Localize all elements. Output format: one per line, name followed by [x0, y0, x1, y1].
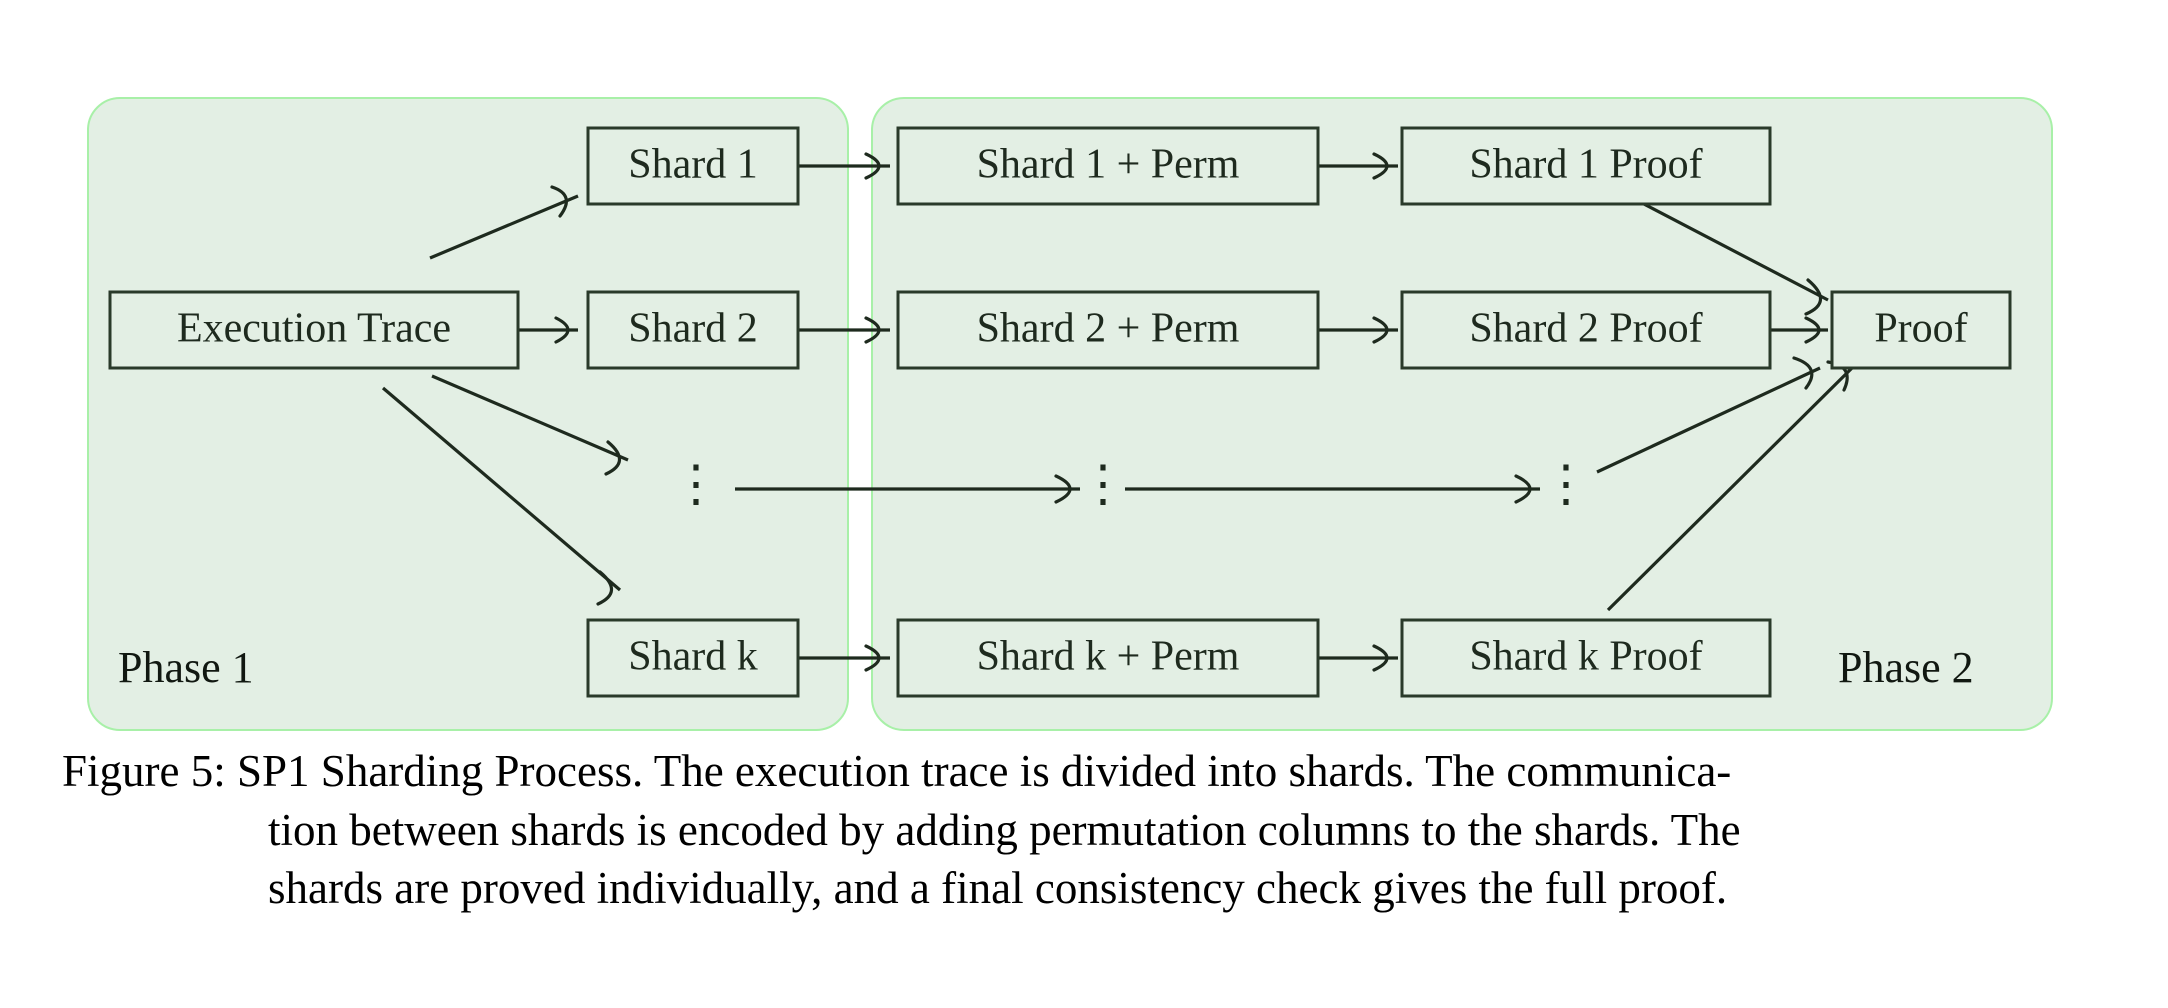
node-proof[interactable]: Proof — [1830, 290, 2012, 370]
node-shard-1[interactable]: Shard 1 — [586, 126, 800, 206]
caption-line-1: Figure 5: SP1 Sharding Process. The exec… — [62, 746, 1732, 796]
node-execution-trace-label: Execution Trace — [177, 306, 451, 352]
phase1-label: Phase 1 — [118, 643, 254, 692]
node-execution-trace[interactable]: Execution Trace — [108, 290, 520, 370]
phase2-label: Phase 2 — [1838, 643, 1974, 692]
node-shard-k-perm-label: Shard k + Perm — [977, 634, 1240, 680]
caption-line-2: tion between shards is encoded by adding… — [268, 804, 1741, 855]
node-shard-k-proof-label: Shard k Proof — [1469, 634, 1702, 680]
caption-line-3: shards are proved individually, and a fi… — [268, 863, 1728, 913]
node-proof-label: Proof — [1874, 306, 1967, 352]
node-shard-1-perm-label: Shard 1 + Perm — [977, 142, 1240, 188]
node-proof-dots: ⋮ — [1541, 455, 1591, 511]
node-shard-k-label: Shard k — [628, 634, 758, 680]
node-shard-2-proof-label: Shard 2 Proof — [1469, 306, 1702, 352]
node-shard-dots-label: ⋮ — [671, 455, 721, 511]
node-shard-k[interactable]: Shard k — [586, 618, 800, 698]
node-shard-2-label: Shard 2 — [628, 306, 758, 352]
node-perm-dots: ⋮ — [1078, 455, 1128, 511]
node-shard-1-proof[interactable]: Shard 1 Proof — [1400, 126, 1772, 206]
node-proof-dots-label: ⋮ — [1541, 455, 1591, 511]
node-shard-k-perm[interactable]: Shard k + Perm — [896, 618, 1320, 698]
node-shard-2[interactable]: Shard 2 — [586, 290, 800, 370]
node-shard-1-proof-label: Shard 1 Proof — [1469, 142, 1702, 188]
node-shard-1-label: Shard 1 — [628, 142, 758, 188]
figure-caption: Figure 5: SP1 Sharding Process. The exec… — [0, 742, 2168, 918]
node-perm-dots-label: ⋮ — [1078, 455, 1128, 511]
node-shard-2-perm[interactable]: Shard 2 + Perm — [896, 290, 1320, 370]
sharding-diagram: Execution Trace Shard 1 Shard 2 ⋮ Shard … — [87, 97, 2053, 731]
figure-page: Execution Trace Shard 1 Shard 2 ⋮ Shard … — [0, 0, 2168, 1008]
node-shard-dots: ⋮ — [671, 455, 721, 511]
node-shard-2-proof[interactable]: Shard 2 Proof — [1400, 290, 1772, 370]
node-shard-2-perm-label: Shard 2 + Perm — [977, 306, 1240, 352]
node-shard-k-proof[interactable]: Shard k Proof — [1400, 618, 1772, 698]
node-shard-1-perm[interactable]: Shard 1 + Perm — [896, 126, 1320, 206]
